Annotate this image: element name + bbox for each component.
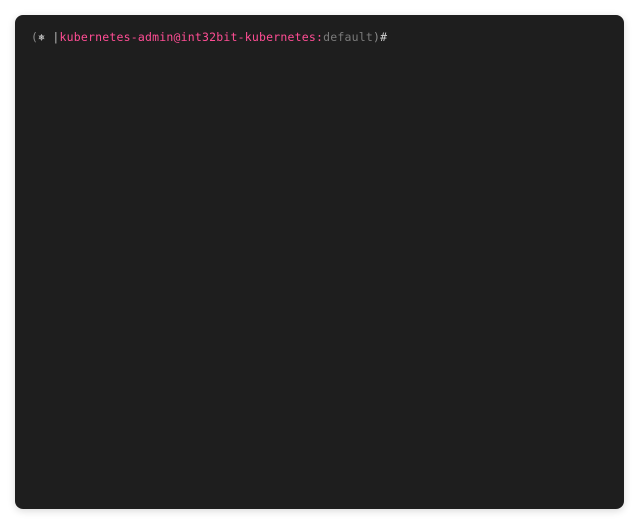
kube-context: kubernetes-admin@int32bit-kubernetes xyxy=(60,30,316,44)
kube-namespace: default xyxy=(323,30,373,44)
prompt-line: (⎈ |kubernetes-admin@int32bit-kubernetes… xyxy=(31,29,608,46)
colon: : xyxy=(316,30,323,44)
terminal-window[interactable]: (⎈ |kubernetes-admin@int32bit-kubernetes… xyxy=(15,15,624,509)
separator: | xyxy=(45,30,59,44)
prompt-char: # xyxy=(380,30,387,44)
close-paren: ) xyxy=(373,30,380,44)
